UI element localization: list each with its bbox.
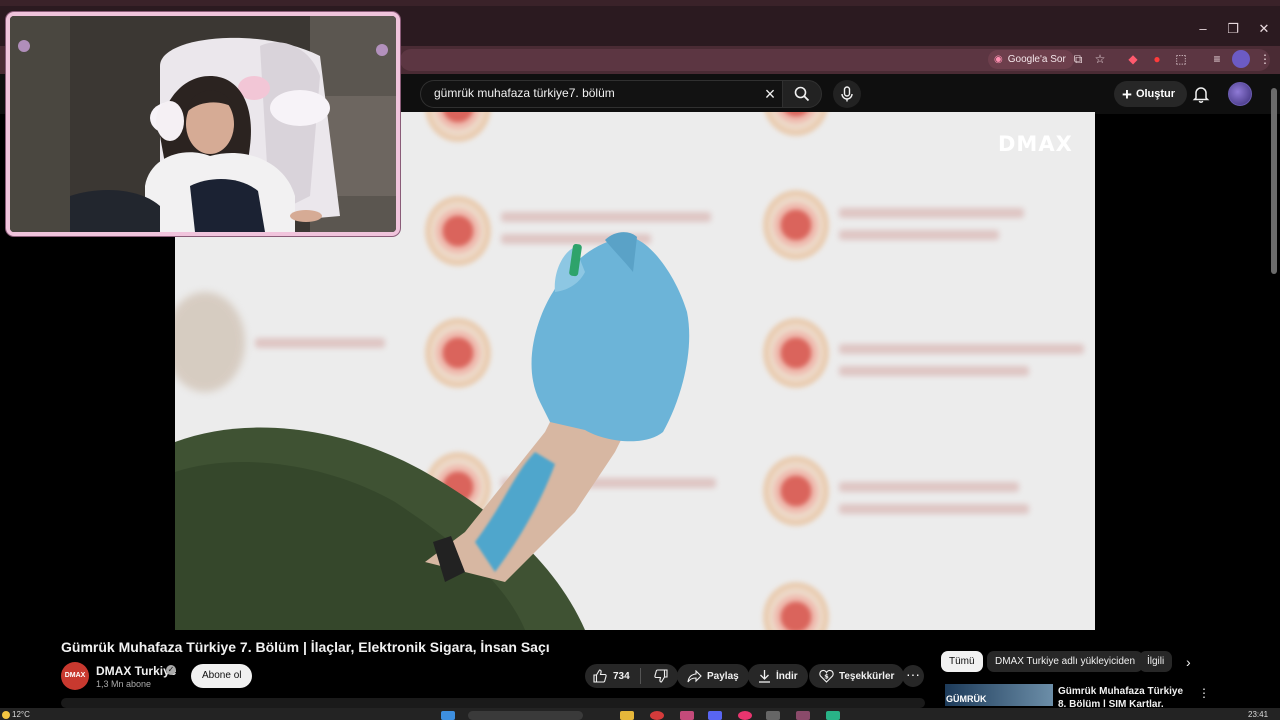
profile-avatar-icon[interactable] [1232, 50, 1250, 68]
video-title: Gümrük Muhafaza Türkiye 7. Bölüm | İlaçl… [61, 639, 550, 655]
channel-avatar[interactable]: DMAX [61, 662, 89, 690]
discord-icon[interactable] [708, 711, 722, 720]
dmax-watermark: DMAX [998, 132, 1073, 156]
chip-from-uploader[interactable]: DMAX Turkiye adlı yükleyiciden [987, 651, 1144, 672]
search-query-text[interactable]: gümrük muhafaza türkiye7. bölüm [434, 86, 615, 100]
taskbar-app-icon[interactable] [680, 711, 694, 720]
weather-icon [2, 711, 10, 719]
webcam-overlay [6, 12, 400, 236]
more-actions-icon[interactable]: ··· [902, 665, 924, 687]
thumbnail-caption: GÜMRÜK [946, 694, 987, 704]
taskbar-app-icon[interactable] [738, 711, 752, 720]
account-avatar[interactable] [1228, 82, 1252, 106]
share-arrow-icon [687, 669, 702, 682]
create-button[interactable]: + Oluştur [1114, 81, 1188, 107]
chevron-right-icon[interactable]: › [1186, 654, 1191, 670]
search-button[interactable] [782, 80, 822, 108]
close-window-icon[interactable]: ✕ [1249, 18, 1279, 40]
recommendation-menu-icon[interactable]: ⋮ [1198, 686, 1210, 700]
channel-name[interactable]: DMAX Turkiye [96, 664, 176, 678]
thumbs-down-icon [654, 669, 668, 683]
extension-record-icon[interactable]: ● [1148, 50, 1166, 68]
share-label: Paylaş [707, 670, 739, 682]
menu-kebab-icon[interactable]: ⋮ [1256, 50, 1274, 68]
taskbar-clock[interactable]: 23:41 [1248, 710, 1268, 719]
plus-icon: + [1122, 84, 1132, 104]
subscribe-button[interactable]: Abone ol [191, 664, 253, 688]
taskbar-app-icon[interactable] [826, 711, 840, 720]
install-app-icon[interactable]: ⧉ [1069, 50, 1087, 68]
thumbs-up-icon [593, 669, 607, 683]
search-icon [794, 86, 810, 102]
lens-icon: ◉ [994, 54, 1003, 65]
voice-search-button[interactable] [833, 80, 861, 108]
taskbar-search-box[interactable] [468, 711, 583, 720]
microphone-icon [841, 86, 853, 102]
share-button[interactable]: Paylaş [677, 664, 749, 688]
restore-icon[interactable]: ❐ [1218, 18, 1248, 40]
subscriber-count: 1,3 Mn abone [96, 679, 152, 689]
like-dislike-group: 734 [585, 664, 678, 688]
bookmark-star-icon[interactable]: ☆ [1091, 50, 1109, 68]
recommendation-title[interactable]: Gümrük Muhafaza Türkiye 8. Bölüm | SIM K… [1058, 685, 1188, 707]
windows-taskbar [0, 708, 1280, 720]
extension-icon[interactable]: ◆ [1124, 50, 1142, 68]
dislike-button[interactable] [646, 669, 678, 683]
webcam-feed-image [10, 16, 396, 232]
thanks-label: Teşekkürler [839, 670, 895, 682]
download-button[interactable]: İndir [748, 664, 808, 688]
notifications-bell-icon[interactable] [1190, 83, 1212, 105]
chrome-taskbar-icon[interactable] [796, 711, 810, 720]
like-button[interactable]: 734 [585, 668, 641, 684]
google-ask-label: Google'a Sor [1007, 54, 1066, 65]
clear-search-icon[interactable]: × [760, 84, 780, 104]
taskbar-app-icon[interactable] [766, 711, 780, 720]
download-icon [759, 670, 770, 683]
page-scrollbar[interactable] [1271, 88, 1277, 274]
media-control-icon[interactable]: ≡ [1208, 50, 1226, 68]
minimize-icon[interactable]: – [1188, 18, 1218, 40]
start-menu-icon[interactable] [441, 711, 455, 720]
chip-all[interactable]: Tümü [941, 651, 983, 672]
like-count: 734 [613, 670, 630, 682]
chip-related[interactable]: İlgili [1139, 651, 1173, 672]
google-ask-button[interactable]: ◉ Google'a Sor [988, 50, 1074, 69]
extensions-puzzle-icon[interactable]: ⬚ [1172, 50, 1190, 68]
create-label: Oluştur [1135, 88, 1176, 100]
svg-text:$: $ [824, 673, 829, 681]
description-box[interactable] [61, 698, 925, 708]
download-label: İndir [776, 670, 798, 682]
thanks-heart-dollar-icon: $ [819, 669, 834, 683]
weather-temperature[interactable]: 12°C [12, 710, 30, 719]
taskbar-app-icon[interactable] [650, 711, 664, 720]
file-explorer-icon[interactable] [620, 711, 634, 720]
thanks-button[interactable]: $ Teşekkürler [809, 664, 905, 688]
verified-check-icon: ✓ [166, 665, 176, 675]
